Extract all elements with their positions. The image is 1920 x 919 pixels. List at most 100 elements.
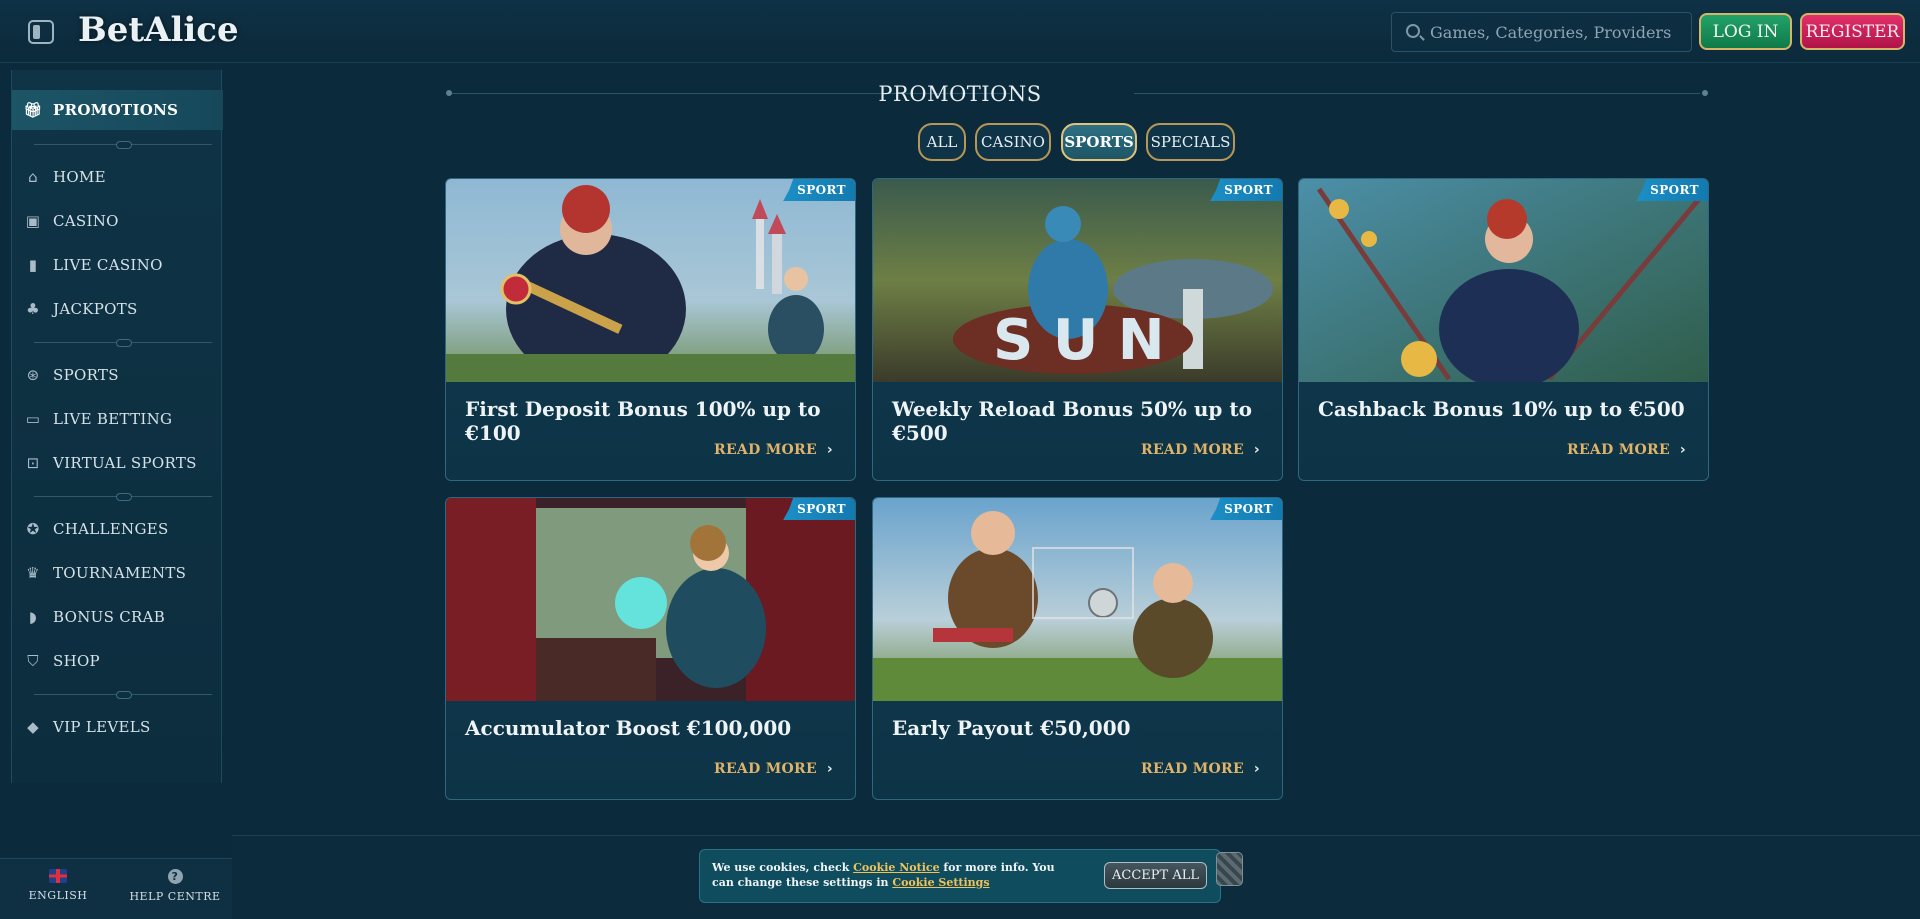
cookie-text-part: We use cookies, check bbox=[712, 861, 854, 874]
sidebar-divider bbox=[34, 339, 212, 347]
login-button[interactable]: LOG IN bbox=[1699, 13, 1792, 50]
chevron-right-icon: › bbox=[826, 761, 833, 777]
help-icon: ? bbox=[167, 869, 183, 884]
sidebar-item-label: SPORTS bbox=[53, 366, 119, 384]
sidebar-item-tournaments[interactable]: ♛ TOURNAMENTS bbox=[12, 553, 223, 593]
sport-badge: SPORT bbox=[783, 498, 855, 520]
sidebar-item-label: JACKPOTS bbox=[53, 300, 138, 318]
trophy-icon: ♛ bbox=[26, 564, 40, 582]
search-input[interactable] bbox=[1430, 21, 1680, 43]
search-icon bbox=[1406, 24, 1420, 38]
sidebar-item-label: VIP LEVELS bbox=[53, 718, 151, 736]
read-more-label: READ MORE bbox=[1141, 761, 1244, 777]
sidebar-item-challenges[interactable]: ✪ CHALLENGES bbox=[12, 509, 223, 549]
tab-sports[interactable]: SPORTS bbox=[1061, 123, 1137, 161]
cookie-notice-link[interactable]: Cookie Notice bbox=[853, 861, 939, 874]
read-more-label: READ MORE bbox=[714, 761, 817, 777]
promo-card[interactable]: SPORT Cashback Bonus 10% up to €500 READ… bbox=[1298, 178, 1709, 481]
language-label: ENGLISH bbox=[28, 889, 88, 902]
accept-all-button[interactable]: ACCEPT ALL bbox=[1104, 862, 1207, 889]
sidebar-item-label: CASINO bbox=[53, 212, 119, 230]
home-icon: ⌂ bbox=[28, 168, 38, 186]
page-title: PROMOTIONS bbox=[878, 82, 1042, 106]
medal-icon: ✪ bbox=[26, 520, 40, 538]
sidebar-item-label: PROMOTIONS bbox=[53, 101, 179, 119]
chevron-right-icon: › bbox=[826, 442, 833, 458]
promo-card[interactable]: SPORT Accumulator Boost €100,000 READ MO… bbox=[445, 497, 856, 800]
sidebar-item-label: BONUS CRAB bbox=[53, 608, 166, 626]
sidebar-item-label: CHALLENGES bbox=[53, 520, 169, 538]
read-more-label: READ MORE bbox=[714, 442, 817, 458]
sidebar-item-promotions[interactable]: 🎁︎ PROMOTIONS bbox=[12, 90, 223, 130]
sport-badge: SPORT bbox=[1210, 179, 1282, 201]
read-more-link[interactable]: READ MORE › bbox=[1141, 761, 1260, 777]
crab-icon: ◗ bbox=[28, 608, 38, 626]
sidebar-item-home[interactable]: ⌂ HOME bbox=[12, 157, 223, 197]
promo-card-title: Early Payout €50,000 bbox=[892, 716, 1131, 740]
chat-widget-icon[interactable] bbox=[1216, 852, 1243, 886]
live-icon: ▭ bbox=[25, 410, 41, 428]
promo-image-caterpillar: S U N bbox=[873, 179, 1282, 382]
tab-casino[interactable]: CASINO bbox=[975, 123, 1051, 161]
sidebar-divider bbox=[34, 493, 212, 501]
sidebar-item-live-betting[interactable]: ▭ LIVE BETTING bbox=[12, 399, 223, 439]
register-button[interactable]: REGISTER bbox=[1800, 13, 1905, 50]
sidebar-item-shop[interactable]: ⛉ SHOP bbox=[12, 641, 223, 681]
promo-image-alice-window bbox=[446, 498, 855, 701]
sidebar-item-virtual-sports[interactable]: ⊡ VIRTUAL SPORTS bbox=[12, 443, 223, 483]
sidebar-nav: 🎁︎ PROMOTIONS ⌂ HOME ▣ CASINO ▮ LIVE CAS… bbox=[11, 70, 223, 783]
read-more-label: READ MORE bbox=[1567, 442, 1670, 458]
chevron-right-icon: › bbox=[1253, 442, 1260, 458]
svg-text:S U N: S U N bbox=[993, 308, 1165, 373]
diamond-icon: ◆ bbox=[27, 718, 39, 736]
read-more-link[interactable]: READ MORE › bbox=[714, 442, 833, 458]
sidebar-item-live-casino[interactable]: ▮ LIVE CASINO bbox=[12, 245, 223, 285]
chevron-right-icon: › bbox=[1253, 761, 1260, 777]
sidebar-footer: ENGLISH ? HELP CENTRE bbox=[0, 858, 232, 919]
promo-image-red-queen bbox=[1299, 179, 1708, 382]
sidebar-divider bbox=[34, 691, 212, 699]
sidebar-item-sports[interactable]: ⊛ SPORTS bbox=[12, 355, 223, 395]
tab-specials[interactable]: SPECIALS bbox=[1146, 123, 1235, 161]
read-more-link[interactable]: READ MORE › bbox=[1141, 442, 1260, 458]
search-box[interactable] bbox=[1391, 12, 1692, 52]
read-more-link[interactable]: READ MORE › bbox=[714, 761, 833, 777]
chevron-right-icon: › bbox=[1679, 442, 1686, 458]
language-selector[interactable]: ENGLISH bbox=[8, 869, 108, 902]
top-header: BetAlice LOG IN REGISTER bbox=[0, 0, 1920, 63]
promo-card[interactable]: S U N SPORT Weekly Reload Bonus 50% up t… bbox=[872, 178, 1283, 481]
title-divider bbox=[1134, 93, 1700, 94]
cookie-settings-link[interactable]: Cookie Settings bbox=[892, 876, 989, 889]
sidebar-item-casino[interactable]: ▣ CASINO bbox=[12, 201, 223, 241]
read-more-label: READ MORE bbox=[1141, 442, 1244, 458]
ball-icon: ⊛ bbox=[26, 366, 40, 384]
promo-card[interactable]: SPORT Early Payout €50,000 READ MORE › bbox=[872, 497, 1283, 800]
promo-image-queen bbox=[446, 179, 855, 382]
sidebar-item-vip-levels[interactable]: ◆ VIP LEVELS bbox=[12, 707, 223, 747]
promo-card-title: Accumulator Boost €100,000 bbox=[465, 716, 792, 740]
sport-badge: SPORT bbox=[1210, 498, 1282, 520]
sport-badge: SPORT bbox=[1636, 179, 1708, 201]
title-ornament bbox=[1702, 90, 1708, 96]
sidebar-item-label: HOME bbox=[53, 168, 106, 186]
site-logo[interactable]: BetAlice bbox=[78, 10, 239, 50]
sidebar-item-bonus-crab[interactable]: ◗ BONUS CRAB bbox=[12, 597, 223, 637]
help-centre-link[interactable]: ? HELP CENTRE bbox=[125, 869, 225, 903]
sidebar-item-label: TOURNAMENTS bbox=[53, 564, 187, 582]
sidebar-item-jackpots[interactable]: ♣ JACKPOTS bbox=[12, 289, 223, 329]
slot-machine-icon: ▣ bbox=[25, 212, 41, 230]
sidebar-toggle-icon[interactable] bbox=[28, 20, 54, 44]
promo-card-title: Weekly Reload Bonus 50% up to €500 bbox=[892, 397, 1252, 445]
promo-card[interactable]: SPORT First Deposit Bonus 100% up to €10… bbox=[445, 178, 856, 481]
promo-image-tweedles bbox=[873, 498, 1282, 701]
sidebar-item-label: SHOP bbox=[53, 652, 100, 670]
tab-all[interactable]: ALL bbox=[918, 123, 966, 161]
card-icon: ▮ bbox=[28, 256, 38, 274]
shop-bag-icon: ⛉ bbox=[27, 652, 39, 670]
sidebar-item-label: LIVE CASINO bbox=[53, 256, 163, 274]
sidebar-item-label: VIRTUAL SPORTS bbox=[53, 454, 197, 472]
cookie-text: We use cookies, check Cookie Notice for … bbox=[712, 860, 1062, 890]
read-more-link[interactable]: READ MORE › bbox=[1567, 442, 1686, 458]
sidebar-item-label: LIVE BETTING bbox=[53, 410, 173, 428]
help-centre-label: HELP CENTRE bbox=[129, 890, 221, 903]
